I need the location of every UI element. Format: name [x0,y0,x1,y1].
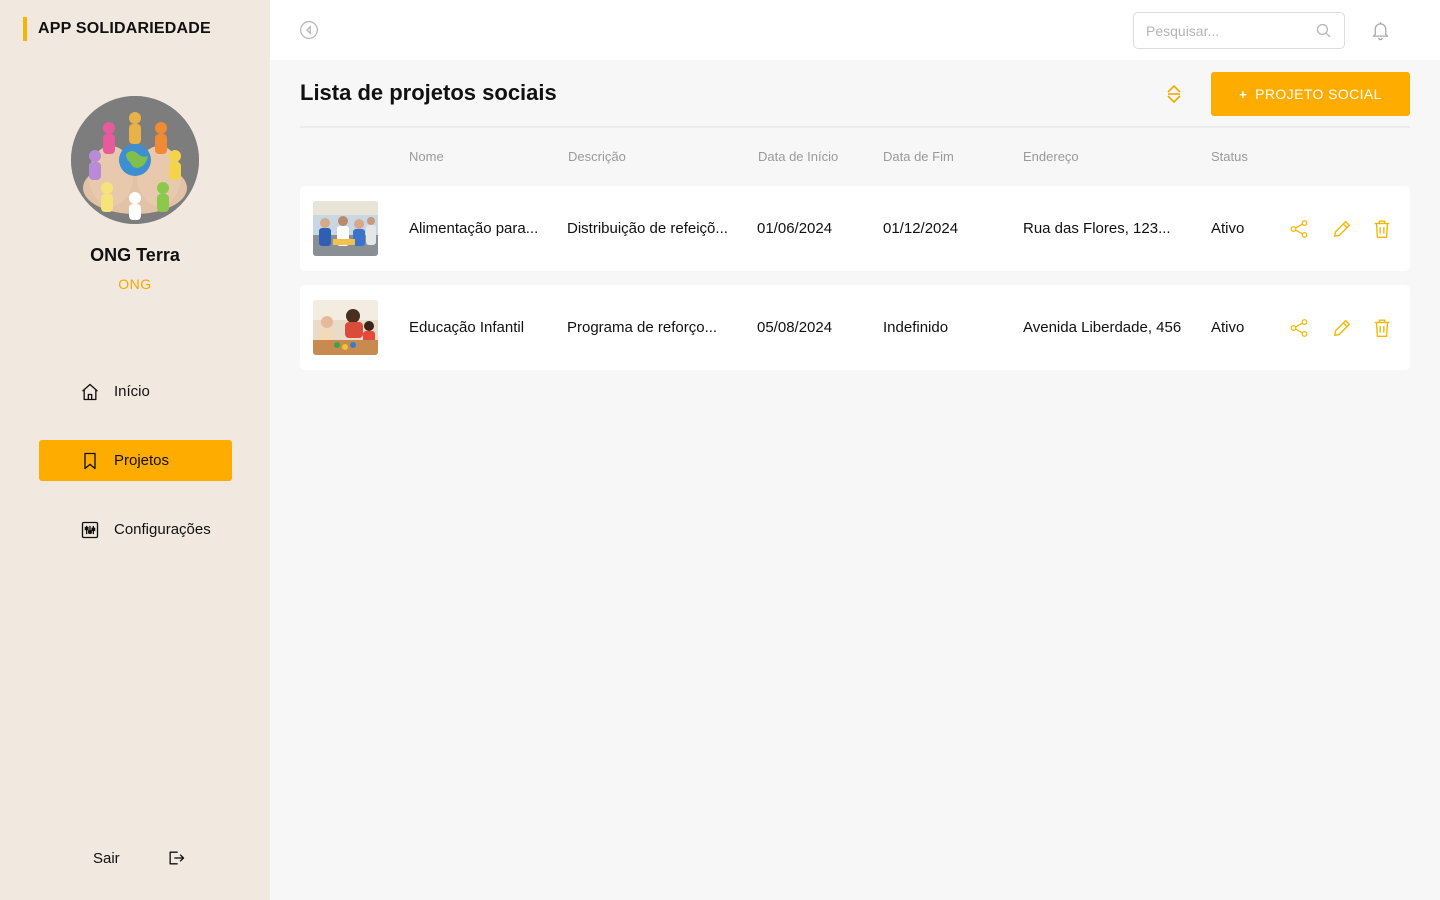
edit-icon [1333,319,1351,337]
share-icon [1290,220,1308,238]
column-header-status[interactable]: Status [1211,149,1248,164]
sidebar-item-inicio[interactable]: Início [39,371,232,412]
search-icon[interactable] [1315,22,1332,39]
logout-label: Sair [93,849,120,867]
delete-button[interactable] [1371,218,1393,240]
column-header-data-inicio[interactable]: Data de Início [758,149,838,164]
avatar [71,96,199,224]
project-name: Alimentação para... [409,220,539,237]
sidebar-item-label: Projetos [114,452,170,469]
delete-button[interactable] [1371,317,1393,339]
project-name: Educação Infantil [409,319,525,336]
project-end-date: 01/12/2024 [883,220,959,237]
status-badge: Ativo [1211,220,1245,237]
status-badge: Ativo [1211,319,1245,336]
column-header-data-fim[interactable]: Data de Fim [883,149,954,164]
bookmark-icon [79,450,101,472]
trash-icon [1374,319,1390,337]
search-box [1133,12,1345,49]
app-title: APP SOLIDARIEDADE [38,20,211,37]
column-header-nome[interactable]: Nome [409,149,444,164]
sort-icon[interactable] [1164,83,1184,105]
edit-button[interactable] [1331,218,1353,240]
table-row[interactable]: Alimentação para... Distribuição de refe… [300,186,1410,271]
column-header-endereco[interactable]: Endereço [1023,149,1079,164]
sidebar-item-projetos[interactable]: Projetos [39,440,232,481]
share-button[interactable] [1288,218,1310,240]
column-header-descricao[interactable]: Descrição [568,149,626,164]
trash-icon [1374,220,1390,238]
logout-icon [169,851,184,865]
divider [300,126,1410,128]
collapse-icon[interactable] [299,20,319,40]
share-button[interactable] [1288,317,1310,339]
sidebar-item-configuracoes[interactable]: Configurações [39,509,232,550]
org-type: ONG [118,276,152,292]
search-input[interactable] [1146,13,1311,48]
table-row[interactable]: Educação Infantil Programa de reforço...… [300,285,1410,370]
project-thumbnail [313,201,378,256]
plus-icon: + [1239,86,1248,102]
project-description: Distribuição de refeiçõ... [567,220,728,237]
sidebar-item-label: Configurações [114,521,211,538]
page-title: Lista de projetos sociais [300,80,557,105]
org-name: ONG Terra [90,245,180,265]
project-start-date: 05/08/2024 [757,319,833,336]
sidebar: APP SOLIDARIEDADE ONG Terra ONG Início P… [0,0,270,900]
add-project-button[interactable]: + PROJETO SOCIAL [1211,72,1410,116]
edit-button[interactable] [1331,317,1353,339]
edit-icon [1333,220,1351,238]
project-thumbnail [313,300,378,355]
project-address: Avenida Liberdade, 456 [1023,319,1182,336]
logout-button[interactable]: Sair [93,848,186,868]
bell-icon[interactable] [1370,19,1391,41]
top-bar [270,0,1440,60]
settings-icon [79,519,101,541]
project-description: Programa de reforço... [567,319,718,336]
avatar-image [71,96,199,224]
project-address: Rua das Flores, 123... [1023,220,1171,237]
add-project-label: PROJETO SOCIAL [1255,86,1382,102]
app-brand: APP SOLIDARIEDADE [23,17,211,41]
share-icon [1290,319,1308,337]
project-end-date: Indefinido [883,319,949,336]
sidebar-item-label: Início [114,383,150,400]
project-start-date: 01/06/2024 [757,220,833,237]
home-icon [79,381,101,403]
